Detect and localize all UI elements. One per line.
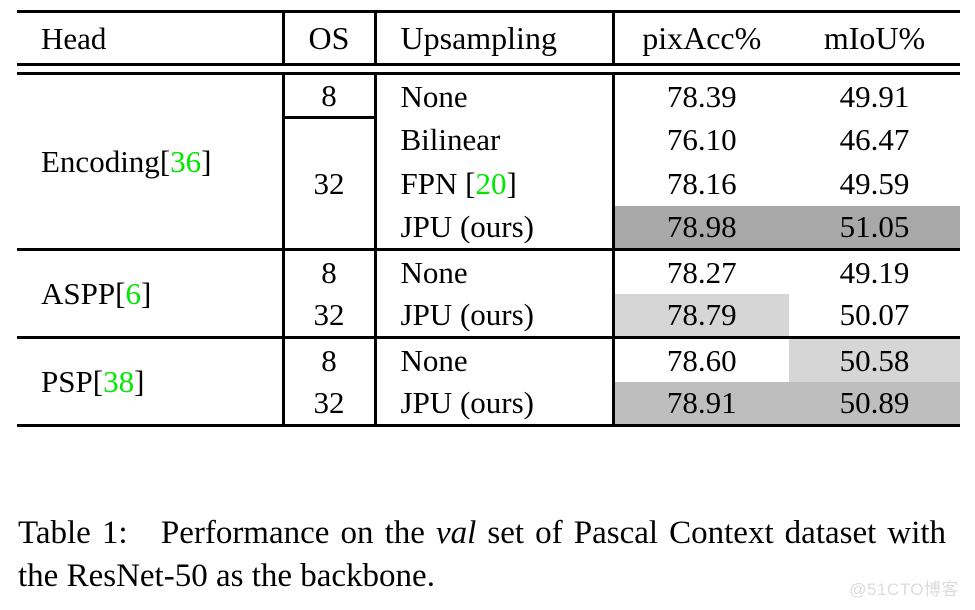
upsampling-label: None <box>400 342 468 378</box>
upsampling-label: Bilinear <box>400 122 501 157</box>
cell-upsampling: FPN [20] <box>375 161 615 206</box>
row-head-encoding: Encoding[36] <box>17 73 285 250</box>
citation-bracket-close: ] <box>201 144 212 179</box>
cell-pixacc: 78.39 <box>666 78 737 114</box>
upsampling-label: JPU (ours) <box>400 209 534 245</box>
upsampling-label: JPU (ours) <box>400 385 534 421</box>
head-name-label: ASPP <box>41 276 116 311</box>
cell-os: 8 <box>283 336 377 382</box>
cell-miou: 49.59 <box>839 166 910 201</box>
cell-miou: 49.91 <box>839 78 910 114</box>
citation-bracket-open: [ <box>159 144 171 179</box>
cell-os: 32 <box>283 293 377 338</box>
table-caption: Table 1: Performance on the val set of P… <box>18 512 946 598</box>
cell-upsampling: Bilinear <box>375 117 615 162</box>
citation-bracket-open: [ <box>465 166 476 201</box>
citation-bracket-close: ] <box>506 166 517 201</box>
upsampling-label: FPN <box>400 166 458 201</box>
citation-number[interactable]: 6 <box>125 276 141 311</box>
cell-pixacc: 78.16 <box>666 166 737 201</box>
cell-os: 8 <box>283 73 377 119</box>
column-header-upsampling: Upsampling <box>375 10 615 65</box>
cell-miou: 46.47 <box>839 122 910 157</box>
head-name-label: Encoding <box>41 144 160 179</box>
citation-bracket-close: ] <box>134 364 145 399</box>
citation-number[interactable]: 36 <box>170 144 201 179</box>
table-group-psp: PSP[38] 8 None 78.60 50.58 32 JPU (ours)… <box>17 336 960 428</box>
caption-label: Table 1: <box>18 515 128 551</box>
cell-pixacc: 78.27 <box>613 248 789 294</box>
results-table: Head OS Upsampling pixAcc% mIoU% Encodin… <box>17 10 960 428</box>
cell-upsampling: JPU (ours) <box>375 293 615 338</box>
table-bottom-rule <box>17 424 960 428</box>
cell-os: 32 <box>283 117 377 250</box>
caption-italic-term: val <box>436 515 477 551</box>
cell-upsampling: None <box>375 248 615 294</box>
table-row: Encoding[36] 8 None 78.39 49.91 <box>17 73 960 250</box>
cell-miou-highlighted: 51.05 <box>789 205 960 250</box>
row-head-psp: PSP[38] <box>17 336 285 426</box>
cell-pixacc: 78.60 <box>613 336 789 382</box>
table-group-aspp: ASPP[6] 8 None 78.27 49.19 32 JPU (ours)… <box>17 248 960 338</box>
paper-page: Head OS Upsampling pixAcc% mIoU% Encodin… <box>0 0 975 610</box>
table-row: ASPP[6] 8 None 78.27 49.19 <box>17 248 960 338</box>
cell-pixacc: 76.10 <box>666 122 737 157</box>
citation-bracket-open: [ <box>92 364 104 399</box>
caption-text-before: Performance on the <box>160 515 425 551</box>
table-row: PSP[38] 8 None 78.60 50.58 <box>17 336 960 426</box>
upsampling-label: JPU (ours) <box>400 297 534 333</box>
citation-bracket-open: [ <box>115 276 126 311</box>
head-name-label: PSP <box>41 364 93 399</box>
cell-os: 32 <box>283 381 377 426</box>
cell-pixacc-highlighted: 78.79 <box>613 293 789 338</box>
cell-upsampling: JPU (ours) <box>375 205 615 250</box>
cell-pixacc-highlighted: 78.91 <box>613 381 789 426</box>
row-head-aspp: ASPP[6] <box>17 248 285 338</box>
citation-number[interactable]: 20 <box>475 166 506 201</box>
column-header-head: Head <box>17 10 285 65</box>
table-header-group: Head OS Upsampling pixAcc% mIoU% <box>17 10 960 75</box>
cell-upsampling: None <box>375 73 615 118</box>
column-header-miou: mIoU% <box>789 10 960 65</box>
cell-miou: 49.19 <box>789 248 960 294</box>
cell-pixacc-highlighted: 78.98 <box>613 205 789 250</box>
cell-miou: 50.07 <box>839 297 910 333</box>
citation-bracket-close: ] <box>140 276 152 311</box>
cell-upsampling: JPU (ours) <box>375 381 615 426</box>
cell-os: 8 <box>283 248 377 294</box>
column-header-os: OS <box>283 10 377 65</box>
watermark: @51CTO博客 <box>849 580 959 599</box>
table-top-rule: Head OS Upsampling pixAcc% mIoU% <box>17 10 960 65</box>
header-separator-rule <box>17 63 960 75</box>
cell-miou-highlighted: 50.58 <box>789 336 960 382</box>
cell-upsampling: None <box>375 336 615 382</box>
results-table-container: Head OS Upsampling pixAcc% mIoU% Encodin… <box>17 10 960 428</box>
column-header-pixacc: pixAcc% <box>613 10 789 65</box>
citation-number[interactable]: 38 <box>103 364 134 399</box>
cell-miou-highlighted: 50.89 <box>789 381 960 426</box>
upsampling-label: None <box>400 78 468 114</box>
upsampling-label: None <box>400 254 468 290</box>
table-group-encoding: Encoding[36] 8 None 78.39 49.91 32 Bilin… <box>17 73 960 250</box>
